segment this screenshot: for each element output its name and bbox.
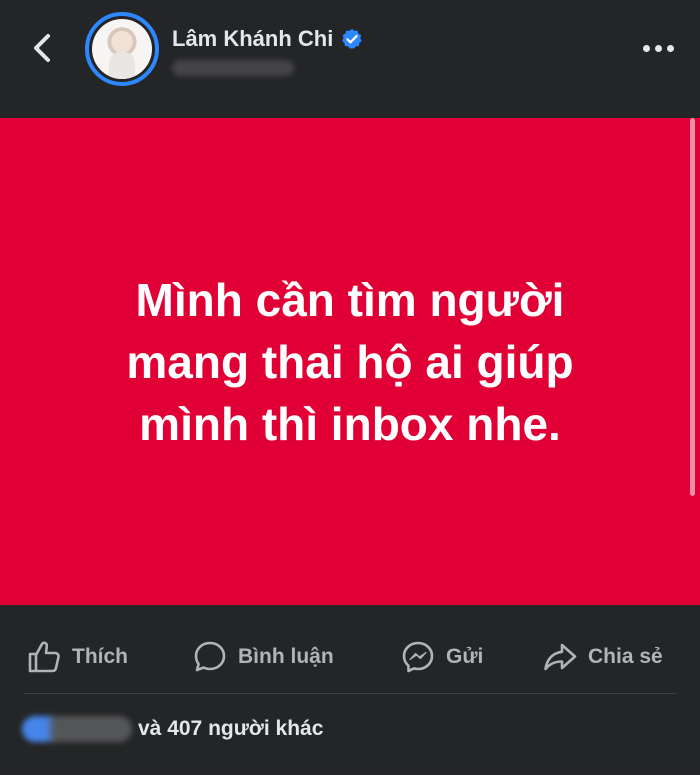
reactor-names-blurred [22, 716, 132, 742]
more-options-dot [654, 44, 662, 52]
post-content-card[interactable]: Mình cần tìm người mang thai hộ ai giúp … [0, 118, 700, 605]
back-button[interactable] [24, 30, 60, 66]
post-meta-blurred [172, 60, 294, 76]
reactions-summary[interactable]: và 407 người khác [22, 708, 323, 750]
post-text-line: mình thì inbox nhe. [139, 397, 561, 450]
like-button[interactable]: Thích [26, 634, 128, 680]
more-options-icon [642, 44, 650, 52]
scrollbar[interactable] [690, 118, 695, 496]
author-name[interactable]: Lâm Khánh Chi [172, 26, 333, 52]
comment-button[interactable]: Bình luận [192, 634, 334, 680]
post-header: Lâm Khánh Chi [0, 0, 700, 118]
back-icon [34, 34, 50, 62]
post-text-line: mang thai hộ ai giúp [126, 335, 574, 388]
share-button[interactable]: Chia sẻ [542, 634, 663, 680]
like-icon [28, 641, 60, 673]
more-options-dot [666, 44, 674, 52]
send-label: Gửi [446, 645, 484, 668]
share-label: Chia sẻ [588, 645, 663, 668]
avatar-image [92, 19, 152, 79]
author-name-row[interactable]: Lâm Khánh Chi [172, 24, 363, 54]
like-label: Thích [72, 645, 128, 668]
reactions-count-text: và 407 người khác [138, 717, 324, 740]
post-text-line: Mình cần tìm người [135, 273, 565, 326]
send-button[interactable]: Gửi [400, 634, 483, 680]
verified-badge-icon [342, 28, 363, 49]
divider [24, 693, 676, 694]
post-text: Mình cần tìm người mang thai hộ ai giúp … [70, 269, 630, 455]
comment-icon [194, 641, 226, 672]
author-avatar[interactable] [85, 12, 159, 86]
more-options-button[interactable] [638, 34, 678, 62]
messenger-icon [402, 641, 434, 673]
share-icon [544, 643, 577, 671]
comment-label: Bình luận [238, 645, 334, 668]
action-bar: Thích Bình luận Gửi Chia sẻ [0, 622, 700, 692]
